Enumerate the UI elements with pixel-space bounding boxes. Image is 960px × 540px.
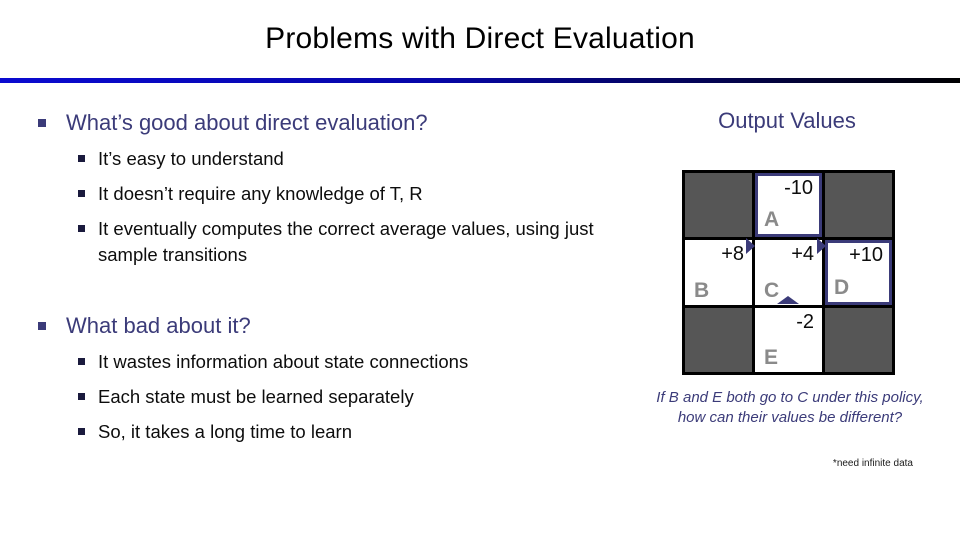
bullet-group-heading: What’s good about direct evaluation? (30, 108, 650, 138)
grid-cell-b: +8 B (685, 240, 752, 305)
page-title: Problems with Direct Evaluation (265, 22, 695, 55)
gridworld-diagram: -10 A +8 B +4 C +10 D -2 E (682, 170, 895, 375)
grid-cell-blocked (825, 307, 892, 372)
list-item-text: It’s easy to understand (98, 148, 284, 169)
grid-cell-a: -10 A (755, 173, 822, 238)
list-item-text: So, it takes a long time to learn (98, 421, 352, 442)
list-item: It wastes information about state connec… (30, 349, 650, 375)
cell-label: B (694, 278, 710, 302)
bullet-group-heading: What bad about it? (30, 311, 650, 341)
bullet-square-icon (78, 393, 85, 400)
list-item: Each state must be learned separately (30, 384, 650, 410)
grid-cell-e: -2 E (755, 307, 822, 372)
bullet-sublist: It wastes information about state connec… (30, 349, 650, 445)
bullet-square-icon (78, 190, 85, 197)
cell-value: -10 (784, 177, 813, 199)
cell-value: +4 (791, 243, 814, 266)
grid-cell-blocked (825, 173, 892, 238)
cell-value: +10 (849, 244, 883, 267)
list-item-text: It wastes information about state connec… (98, 351, 469, 372)
bullet-square-icon (78, 155, 85, 162)
output-values-panel: Output Values (650, 108, 950, 134)
list-item: It eventually computes the correct avera… (30, 216, 650, 268)
grid-cell-c: +4 C (755, 240, 822, 305)
list-item-text: It eventually computes the correct avera… (98, 218, 594, 265)
title-divider (0, 78, 960, 83)
list-item-text: Each state must be learned separately (98, 386, 414, 407)
cell-value: -2 (796, 310, 814, 333)
policy-arrow-b-to-c-icon (746, 238, 755, 254)
cell-value: +8 (721, 243, 744, 266)
bullet-heading-text: What bad about it? (66, 313, 251, 338)
gridworld-cells: -10 A +8 B +4 C +10 D -2 E (682, 170, 895, 375)
bullet-square-icon (38, 119, 46, 127)
grid-cell-blocked (685, 173, 752, 238)
list-item: It doesn’t require any knowledge of T, R (30, 181, 650, 207)
cell-label: A (764, 208, 780, 232)
bullet-heading-text: What’s good about direct evaluation? (66, 110, 428, 135)
cell-label: E (764, 346, 779, 369)
bullet-square-icon (78, 428, 85, 435)
bullet-square-icon (78, 225, 85, 232)
bullet-content: What’s good about direct evaluation? It’… (30, 108, 650, 454)
bullet-square-icon (38, 322, 46, 330)
panel-heading: Output Values (718, 108, 856, 133)
diagram-footnote: *need infinite data (832, 458, 913, 469)
diagram-caption: If B and E both go to C under this polic… (656, 389, 924, 426)
grid-cell-blocked (685, 307, 752, 372)
list-item-text: It doesn’t require any knowledge of T, R (98, 183, 423, 204)
list-item: So, it takes a long time to learn (30, 419, 650, 445)
cell-label: D (834, 275, 850, 299)
policy-arrow-e-to-c-icon (777, 296, 799, 304)
policy-arrow-c-to-d-icon (817, 238, 826, 254)
grid-cell-d: +10 D (825, 240, 892, 305)
list-item: It’s easy to understand (30, 146, 650, 172)
bullet-square-icon (78, 358, 85, 365)
bullet-sublist: It’s easy to understand It doesn’t requi… (30, 146, 650, 268)
